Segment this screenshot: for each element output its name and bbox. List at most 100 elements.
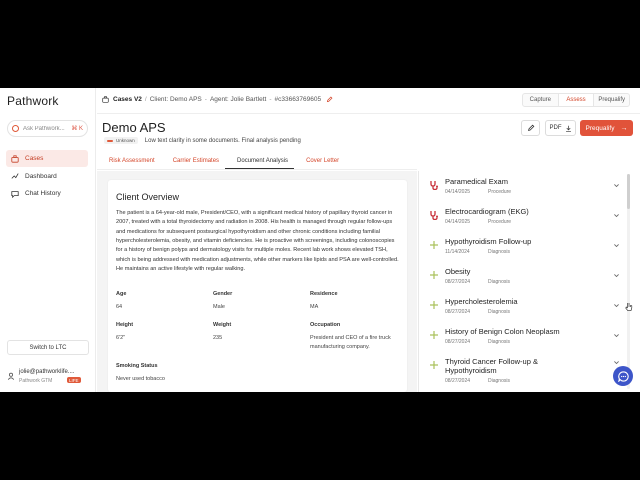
smoking-label: Smoking Status: [116, 363, 158, 369]
list-item[interactable]: Paramedical Exam 04/14/2025 Procedure: [419, 175, 624, 203]
chevron-down-icon[interactable]: [613, 272, 620, 279]
event-title: Hypercholesterolemia: [445, 297, 518, 306]
height-value: 6'2": [116, 335, 126, 341]
event-date: 04/14/2025: [445, 219, 471, 225]
plus-icon: [430, 241, 438, 249]
breadcrumb-separator: /: [144, 96, 147, 103]
sidebar-item-label: Cases: [25, 155, 44, 162]
breadcrumb-agent: Agent: Jolie Bartlett: [209, 96, 267, 103]
list-item[interactable]: Hypercholesterolemia 08/27/2024 Diagnosi…: [419, 295, 624, 323]
event-title: History of Benign Colon Neoplasm: [445, 327, 560, 336]
smoking-value: Never used tobacco: [116, 376, 165, 382]
sidebar-item-chat-history[interactable]: Chat History: [6, 185, 88, 202]
switch-to-ltc-button[interactable]: Switch to LTC: [7, 340, 89, 355]
event-type: Diagnosis: [488, 309, 510, 315]
breadcrumb-client: Client: Demo APS: [149, 96, 202, 103]
download-icon: [565, 125, 571, 132]
event-date: 08/27/2024: [445, 378, 471, 384]
plus-icon: [430, 331, 438, 339]
segment-assess[interactable]: Assess: [557, 94, 595, 106]
status-badge-label: Unknown: [116, 138, 135, 143]
search-shortcut: ⌘ K: [71, 126, 83, 132]
pathwork-ai-icon: [12, 125, 19, 132]
chat-support-button[interactable]: [613, 366, 633, 386]
stethoscope-icon: [430, 211, 438, 220]
list-item[interactable]: Electrocardiogram (EKG) 04/14/2025 Proce…: [419, 205, 624, 233]
plus-icon: [430, 361, 438, 369]
workflow-segmented-control: Capture Assess Prequalify: [522, 93, 630, 107]
status-badge: Unknown: [104, 137, 138, 144]
chevron-down-icon[interactable]: [613, 182, 620, 189]
weight-value: 235: [213, 335, 223, 341]
event-type: Diagnosis: [488, 249, 510, 255]
briefcase-icon: [102, 96, 109, 103]
event-title: Electrocardiogram (EKG): [445, 207, 529, 216]
pencil-icon: [527, 124, 534, 131]
tab-carrier-estimates[interactable]: Carrier Estimates: [161, 154, 225, 169]
list-item[interactable]: Obesity 08/27/2024 Diagnosis: [419, 265, 624, 293]
pdf-label: PDF: [549, 125, 562, 131]
list-item[interactable]: History of Benign Colon Neoplasm 08/27/2…: [419, 325, 624, 353]
tab-cover-letter[interactable]: Cover Letter: [294, 154, 345, 169]
edit-button[interactable]: [521, 120, 540, 136]
overview-summary: The patient is a 64-year-old male, Presi…: [116, 210, 399, 273]
tab-document-analysis[interactable]: Document Analysis: [225, 154, 295, 169]
briefcase-icon: [11, 154, 19, 163]
edit-pencil-icon[interactable]: [326, 96, 333, 103]
list-item[interactable]: Thyroid Cancer Follow-up & Hypothyroidis…: [419, 355, 624, 391]
sidebar-item-label: Chat History: [25, 190, 61, 197]
status-note: Low text clarity in some documents. Fina…: [144, 137, 301, 144]
app-logo[interactable]: Pathwork: [7, 94, 59, 108]
chevron-down-icon[interactable]: [613, 242, 620, 249]
sidebar-item-label: Dashboard: [25, 172, 57, 180]
event-type: Diagnosis: [488, 378, 510, 384]
tab-risk-assessment[interactable]: Risk Assessment: [97, 154, 161, 169]
status-line: Unknown Low text clarity in some documen…: [104, 137, 301, 144]
event-type: Procedure: [488, 189, 512, 195]
user-email: jolie@pathworklife....: [19, 369, 75, 375]
sidebar-item-cases[interactable]: Cases: [6, 150, 88, 167]
top-bar: Cases V2 / Client: Demo APS - Agent: Jol…: [97, 88, 640, 114]
list-scrollbar-thumb[interactable]: [627, 174, 630, 209]
chat-bubble-icon: [617, 370, 629, 382]
event-title: Thyroid Cancer Follow-up &: [445, 357, 538, 366]
plus-icon: [430, 271, 438, 279]
main-area: Cases V2 / Client: Demo APS - Agent: Jol…: [97, 88, 640, 392]
event-type: Procedure: [488, 219, 512, 225]
residence-label: Residence: [310, 291, 338, 297]
event-title: Obesity: [445, 267, 471, 276]
weight-label: Weight: [213, 322, 232, 328]
sidebar-item-dashboard[interactable]: Dashboard: [6, 168, 88, 185]
list-item[interactable]: Hypothyroidism Follow-up 11/14/2024 Diag…: [419, 235, 624, 263]
chat-icon: [11, 190, 19, 198]
plan-badge: LIFE: [67, 377, 81, 383]
user-menu[interactable]: jolie@pathworklife.... Pathwork GTM LIFE: [7, 367, 91, 387]
chevron-down-icon[interactable]: [613, 212, 620, 219]
breadcrumb-separator: -: [204, 96, 207, 103]
search-box[interactable]: Ask Pathwork... ⌘ K: [7, 120, 88, 137]
chevron-down-icon[interactable]: [613, 332, 620, 339]
status-indicator: [107, 139, 113, 142]
sidebar-nav: Cases Dashboard Chat History: [6, 150, 88, 203]
user-icon: [7, 372, 15, 380]
occupation-value: President and CEO of a fire truck manufa…: [310, 335, 391, 350]
app-window: Pathwork Ask Pathwork... ⌘ K Cases Dashb…: [0, 88, 640, 392]
mouse-cursor-icon: [625, 303, 633, 311]
height-label: Height: [116, 322, 134, 328]
arrow-right-icon: →: [620, 124, 628, 132]
stethoscope-icon: [430, 181, 438, 190]
card-title: Client Overview: [116, 192, 180, 202]
segment-prequalify[interactable]: Prequalify: [594, 94, 629, 106]
age-label: Age: [116, 291, 127, 297]
prequalify-button[interactable]: Prequalify →: [580, 120, 633, 136]
pdf-download-button[interactable]: PDF: [545, 120, 576, 136]
event-date: 08/27/2024: [445, 279, 471, 285]
trend-icon: [11, 173, 19, 179]
user-org: Pathwork GTM: [19, 378, 53, 384]
plus-icon: [430, 301, 438, 309]
chevron-down-icon[interactable]: [613, 359, 620, 366]
event-title: Paramedical Exam: [445, 177, 508, 186]
chevron-down-icon[interactable]: [613, 302, 620, 309]
segment-capture[interactable]: Capture: [523, 94, 558, 106]
breadcrumb-cases-link[interactable]: Cases V2: [113, 96, 142, 103]
